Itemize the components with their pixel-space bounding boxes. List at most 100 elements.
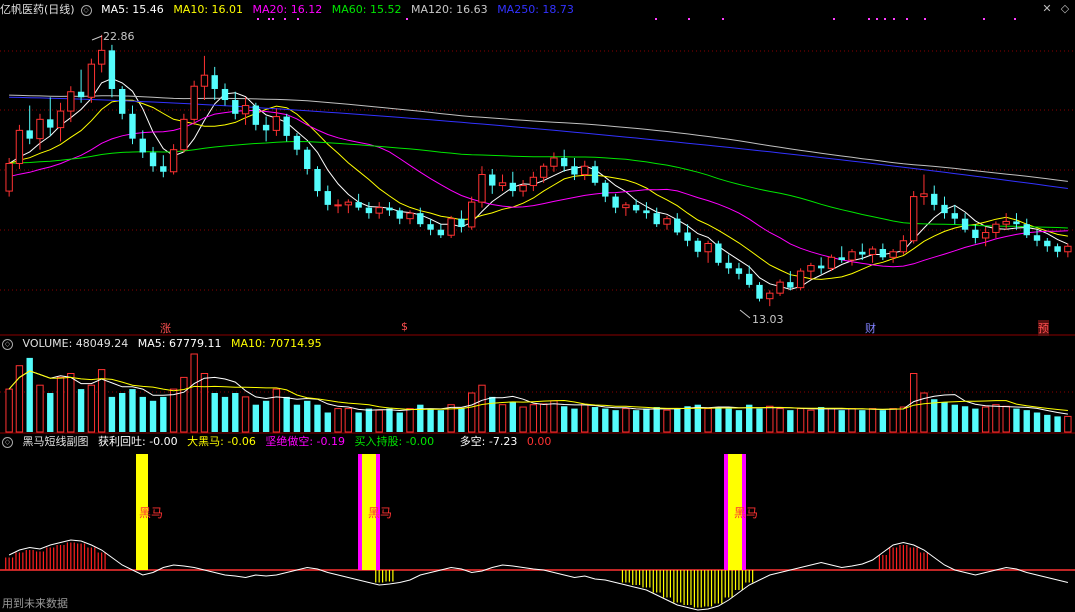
candle-body bbox=[1002, 220, 1010, 225]
event-marker-cai[interactable]: 财 bbox=[865, 320, 876, 336]
candle-body bbox=[427, 224, 434, 230]
volume-bar bbox=[478, 384, 486, 433]
volume-bar bbox=[119, 393, 126, 432]
event-marker-dividend[interactable]: $ bbox=[401, 320, 408, 333]
candle-body bbox=[663, 218, 671, 225]
ma10-line bbox=[8, 99, 1068, 280]
indicator-daheima: 大黑马: -0.06 bbox=[187, 435, 256, 448]
signal-dot bbox=[1014, 18, 1016, 20]
candle-body bbox=[232, 100, 239, 114]
candle-body bbox=[26, 130, 33, 139]
indicator-mairu: 买入持股: -0.00 bbox=[354, 435, 435, 448]
candle-body bbox=[817, 265, 825, 269]
volume-bar bbox=[355, 412, 362, 432]
candle-body bbox=[1044, 240, 1051, 247]
volume-bar bbox=[344, 408, 353, 433]
volume-bar bbox=[1023, 410, 1030, 432]
candle-body bbox=[324, 191, 331, 205]
volume-bar bbox=[602, 408, 609, 432]
candle-body bbox=[612, 196, 619, 208]
candle-body bbox=[489, 174, 496, 186]
candle-body bbox=[283, 116, 290, 136]
candle-body bbox=[67, 91, 75, 112]
candle-body bbox=[735, 268, 743, 274]
candle-body bbox=[756, 284, 763, 299]
volume-bar bbox=[509, 402, 516, 432]
volume-bar bbox=[437, 410, 445, 432]
indicator-extra: 0.00 bbox=[526, 435, 552, 448]
candle-body bbox=[899, 240, 908, 253]
volume-bar bbox=[992, 404, 1000, 433]
ma250-line bbox=[9, 96, 1068, 189]
candle-body bbox=[149, 152, 157, 167]
collapse-icon[interactable]: ◇ bbox=[2, 436, 13, 448]
high-price-label: 22.86 bbox=[103, 30, 135, 43]
volume-bar bbox=[139, 396, 146, 432]
volume-bar bbox=[622, 408, 630, 433]
indicator-jianjue: 坚绝做空: -0.19 bbox=[265, 435, 346, 448]
signal-dot bbox=[893, 18, 895, 20]
ma120-line bbox=[9, 94, 1068, 182]
candle-body bbox=[746, 273, 753, 285]
volume-bar bbox=[756, 408, 763, 432]
candle-body bbox=[211, 75, 218, 89]
candle-body bbox=[529, 176, 538, 187]
volume-bar bbox=[961, 406, 969, 432]
volume-bar bbox=[211, 393, 218, 432]
price-chart bbox=[0, 18, 1075, 336]
volume-bar bbox=[1002, 405, 1010, 433]
volume-bar bbox=[796, 408, 805, 433]
volume-bar bbox=[561, 406, 568, 432]
signal-dot bbox=[833, 18, 835, 20]
candle-body bbox=[992, 223, 1000, 233]
signal-dot bbox=[924, 18, 926, 20]
candle-body bbox=[355, 202, 362, 208]
signal-dot bbox=[284, 18, 286, 20]
candle-body bbox=[920, 193, 928, 198]
volume-bar bbox=[868, 408, 877, 433]
event-marker-zhang[interactable]: 涨 bbox=[160, 320, 171, 336]
heima-label-1: 黑马 bbox=[139, 506, 164, 520]
candle-body bbox=[961, 218, 969, 230]
volume-bar bbox=[519, 406, 527, 433]
volume-bar bbox=[807, 409, 815, 433]
volume-bar bbox=[498, 404, 507, 433]
volume-bar bbox=[67, 373, 75, 433]
volume-chart bbox=[0, 353, 1075, 434]
heima-label-2: 黑马 bbox=[368, 506, 393, 520]
candle-body bbox=[653, 213, 660, 225]
candle-body bbox=[252, 105, 260, 125]
candle-body bbox=[386, 207, 393, 211]
candle-body bbox=[550, 157, 558, 167]
volume-bar bbox=[972, 408, 979, 432]
candle-body bbox=[344, 201, 353, 206]
volume-bar bbox=[827, 408, 836, 433]
candle-body bbox=[704, 243, 712, 253]
volume-bar bbox=[591, 407, 599, 432]
volume-bar bbox=[36, 384, 44, 433]
volume-bar bbox=[262, 400, 270, 432]
candle-body bbox=[15, 129, 24, 164]
volume-bar bbox=[190, 353, 198, 433]
candle-body bbox=[848, 251, 856, 261]
volume-bar bbox=[386, 408, 393, 432]
signal-dot bbox=[268, 18, 270, 20]
volume-bar bbox=[879, 410, 887, 432]
volume-bar bbox=[221, 396, 229, 432]
volume-bar bbox=[47, 393, 54, 432]
volume-bar bbox=[981, 406, 990, 433]
indicator-legend: ◇ 黑马短线副图 获利回吐: -0.00 大黑马: -0.06 坚绝做空: -0… bbox=[0, 434, 557, 450]
collapse-icon[interactable]: ◇ bbox=[2, 338, 13, 350]
volume-title: VOLUME: 48049.24 bbox=[22, 337, 129, 350]
candle-body bbox=[941, 204, 948, 214]
candle-body bbox=[468, 201, 476, 228]
candle-body bbox=[931, 193, 938, 205]
volume-bar bbox=[746, 404, 753, 432]
volume-bar bbox=[663, 409, 671, 433]
volume-bar bbox=[334, 408, 342, 433]
volume-bar bbox=[324, 412, 331, 432]
volume-bar bbox=[169, 388, 178, 433]
candle-body bbox=[437, 229, 445, 236]
candle-body bbox=[47, 119, 54, 128]
event-marker-yu[interactable]: 预 bbox=[1038, 320, 1049, 336]
